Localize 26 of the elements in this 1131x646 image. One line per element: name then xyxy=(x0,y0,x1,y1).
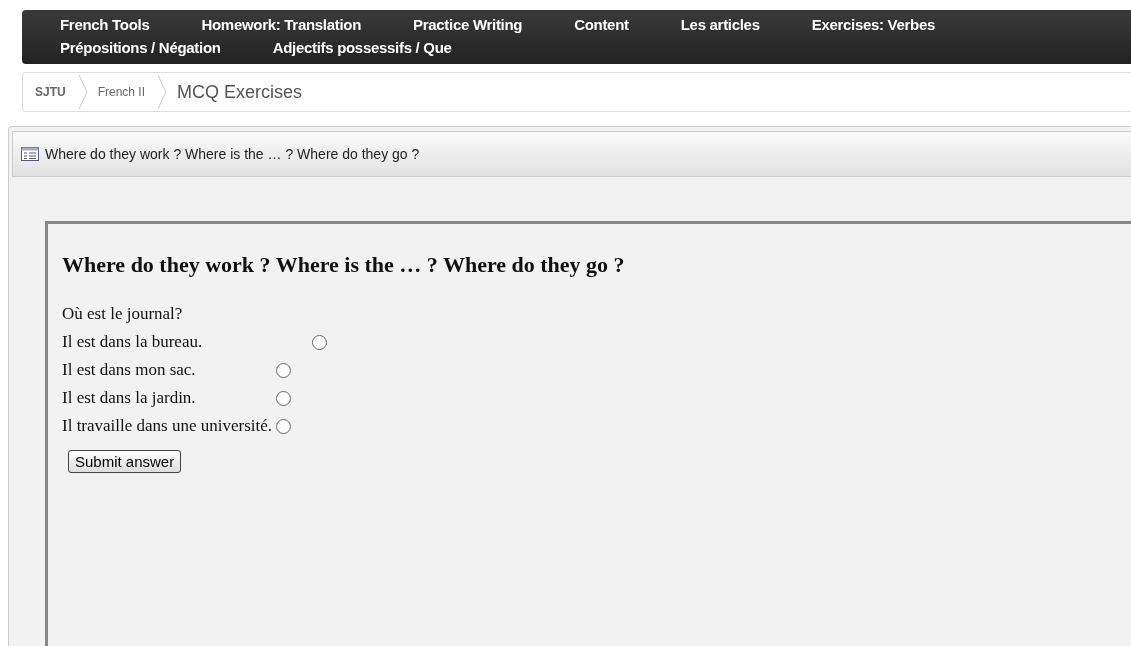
option-label: Il est dans la jardin. xyxy=(62,388,197,408)
question-text: Où est le journal? xyxy=(62,304,184,324)
radio-button[interactable] xyxy=(276,362,292,378)
radio-button[interactable] xyxy=(312,334,328,350)
nav-link[interactable]: Les articles xyxy=(680,16,760,33)
nav-link[interactable]: Prépositions / Négation xyxy=(60,39,221,56)
submit-button[interactable]: Submit answer xyxy=(68,450,182,473)
quiz-heading: Where do they work ? Where is the … ? Where do they go ? xyxy=(62,252,626,278)
nav-link[interactable]: Content xyxy=(574,16,629,33)
chevron-separator-icon xyxy=(157,73,168,111)
breadcrumb-link[interactable]: SJTU xyxy=(23,85,78,99)
chevron-separator-icon xyxy=(77,73,88,111)
list-icon xyxy=(21,147,39,161)
radio-button[interactable] xyxy=(276,390,292,406)
nav-link[interactable]: Practice Writing xyxy=(413,16,523,33)
radio-button[interactable] xyxy=(276,418,292,434)
panel-title: Where do they work ? Where is the … ? Where do they go ? xyxy=(45,146,420,162)
option-label: Il est dans la bureau. xyxy=(62,332,204,352)
option-label: Il est dans mon sac. xyxy=(62,360,197,380)
nav-link[interactable]: Adjectifs possessifs / Que xyxy=(272,39,452,56)
breadcrumb-link[interactable]: MCQ Exercises xyxy=(173,81,315,103)
breadcrumb-link[interactable]: French II xyxy=(93,85,158,99)
nav-link[interactable]: French Tools xyxy=(60,16,150,33)
nav-link[interactable]: Exercises: Verbes xyxy=(811,16,936,33)
nav-link[interactable]: Homework: Translation xyxy=(201,16,362,33)
option-label: Il travaille dans une université. xyxy=(62,416,273,436)
